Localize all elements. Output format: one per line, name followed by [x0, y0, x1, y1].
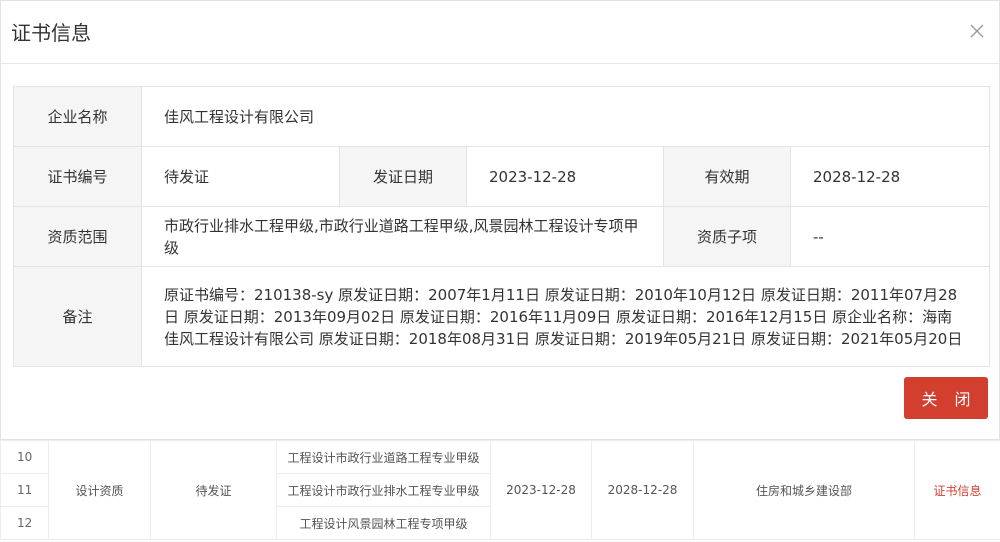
qualification-item: 工程设计风景园林工程专项甲级: [276, 506, 491, 540]
close-button[interactable]: 关 闭: [904, 377, 988, 419]
issue-date-value: 2023-12-28: [466, 146, 664, 207]
qualification-item: 工程设计市政行业排水工程专业甲级: [276, 473, 491, 507]
cert-no-cell: 待发证: [150, 440, 277, 540]
category-cell: 设计资质: [48, 440, 151, 540]
authority-cell: 住房和城乡建设部: [693, 440, 915, 540]
qualification-table: 10 设计资质 待发证 工程设计市政行业道路工程专业甲级 2023-12-28 …: [0, 440, 1000, 540]
certificate-info-table: 企业名称 佳风工程设计有限公司 证书编号 待发证 发证日期 2023-12-28…: [13, 86, 991, 367]
row-index: 11: [0, 473, 49, 507]
close-icon[interactable]: [967, 21, 987, 41]
issue-date-cell: 2023-12-28: [490, 440, 592, 540]
issue-date-label: 发证日期: [339, 146, 467, 207]
cert-no-label: 证书编号: [13, 146, 142, 207]
remark-label: 备注: [13, 266, 142, 367]
remark-value: 原证书编号：210138-sy 原发证日期：2007年1月11日 原发证日期：2…: [140, 266, 991, 367]
qualification-item: 工程设计市政行业道路工程专业甲级: [276, 440, 491, 474]
company-label: 企业名称: [13, 86, 142, 147]
modal-title: 证书信息: [11, 21, 91, 45]
modal-header: 证书信息: [1, 1, 999, 64]
certificate-info-link[interactable]: 证书信息: [914, 440, 1000, 540]
valid-value: 2028-12-28: [789, 146, 991, 207]
row-index: 10: [0, 440, 49, 474]
close-icon-glyph: [970, 24, 984, 38]
sub-label: 资质子项: [663, 206, 791, 267]
scope-label: 资质范围: [13, 206, 142, 267]
valid-label: 有效期: [663, 146, 791, 207]
valid-date-cell: 2028-12-28: [591, 440, 694, 540]
company-value: 佳风工程设计有限公司: [140, 86, 991, 147]
scope-value: 市政行业排水工程甲级,市政行业道路工程甲级,风景园林工程设计专项甲级: [141, 206, 664, 267]
certificate-modal: 证书信息 企业名称 佳风工程设计有限公司 证书编号 待发证 发证日期 2023-…: [0, 0, 1000, 440]
table-row: 10 设计资质 待发证 工程设计市政行业道路工程专业甲级 2023-12-28 …: [0, 440, 1000, 540]
row-index: 12: [0, 506, 49, 540]
cert-no-value: 待发证: [141, 146, 340, 207]
sub-value: --: [789, 206, 991, 267]
